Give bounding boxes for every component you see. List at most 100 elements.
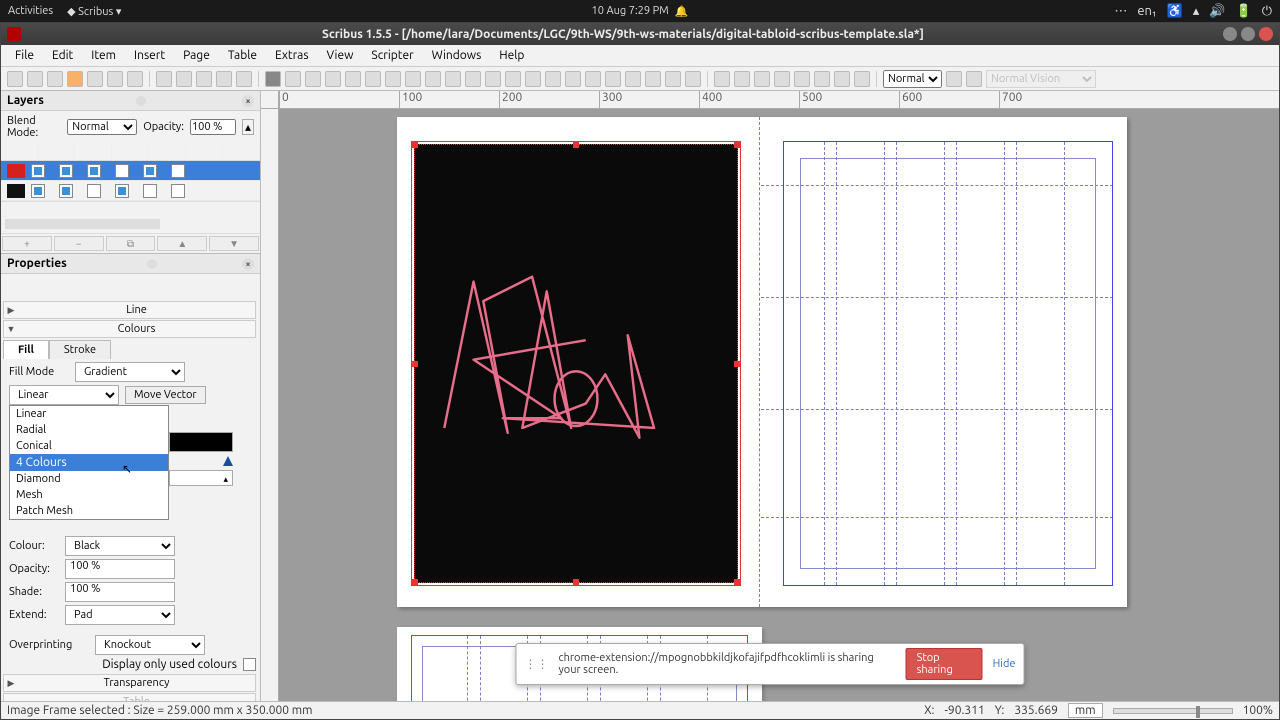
tool-edit-text[interactable] <box>585 71 601 87</box>
layer-outline-checkbox[interactable] <box>143 164 157 178</box>
gradient-type-option-4colours[interactable]: 4 Colours ↖ <box>10 454 168 471</box>
layer-flow-checkbox[interactable] <box>115 164 129 178</box>
gradient-type-option-linear[interactable]: Linear <box>10 406 168 422</box>
hide-sharing-button[interactable]: Hide <box>993 658 1016 670</box>
menu-windows[interactable]: Windows <box>424 47 490 64</box>
display-used-checkbox[interactable] <box>243 658 256 671</box>
layer-scrollbar[interactable] <box>1 201 260 233</box>
tool-line[interactable] <box>445 71 461 87</box>
extend-select[interactable]: Pad <box>65 605 175 625</box>
menu-table[interactable]: Table <box>220 47 265 64</box>
tray-menu-icon[interactable]: ⋯ <box>1114 4 1127 19</box>
selected-image-frame[interactable] <box>414 144 738 583</box>
layer-select-checkbox[interactable] <box>171 184 185 198</box>
colour-select[interactable]: Black <box>65 536 175 556</box>
page-right[interactable] <box>783 141 1113 586</box>
tool-polygon[interactable] <box>405 71 421 87</box>
tool-imageframe[interactable] <box>305 71 321 87</box>
canvas[interactable]: 0 100 200 300 400 500 600 700 ◀ <box>261 91 1279 701</box>
gradient-type-option-conical[interactable]: Conical <box>10 438 168 454</box>
stop-sharing-button[interactable]: Stop sharing <box>906 648 983 680</box>
tool-save[interactable] <box>47 71 63 87</box>
ruler-origin[interactable] <box>261 91 279 109</box>
layer-row[interactable] <box>1 161 260 181</box>
menu-scripter[interactable]: Scripter <box>363 47 421 64</box>
fillmode-select[interactable]: Gradient <box>75 362 185 382</box>
layer-print-checkbox[interactable] <box>59 184 73 198</box>
pdf-radio[interactable] <box>734 71 750 87</box>
layer-color-swatch[interactable] <box>7 184 25 198</box>
properties-close-icon[interactable]: × <box>242 258 254 270</box>
layer-select-checkbox[interactable] <box>171 164 185 178</box>
tool-zoom[interactable] <box>545 71 561 87</box>
layer-lock-checkbox[interactable] <box>87 184 101 198</box>
menu-insert[interactable]: Insert <box>126 47 173 64</box>
layer-up-button[interactable]: ▲ <box>157 236 207 251</box>
layer-down-button[interactable]: ▼ <box>209 236 259 251</box>
tool-shape[interactable] <box>365 71 381 87</box>
tool-textframe[interactable] <box>285 71 301 87</box>
ruler-horizontal[interactable]: 0 100 200 300 400 500 600 700 <box>279 91 1279 109</box>
opacity-stepper[interactable]: ▴ <box>242 119 254 135</box>
fill-opacity-spinner[interactable]: 100 % <box>65 559 175 579</box>
tool-close[interactable] <box>67 71 83 87</box>
appmenu-button[interactable]: ◆ Scribus ▾ <box>67 5 121 18</box>
tool-table[interactable] <box>345 71 361 87</box>
layer-visible-checkbox[interactable] <box>31 184 45 198</box>
tool-renderframe[interactable] <box>325 71 341 87</box>
tool-redo[interactable] <box>176 71 192 87</box>
layer-flow-checkbox[interactable] <box>115 184 129 198</box>
layer-row[interactable] <box>1 181 260 201</box>
pdf-button[interactable] <box>714 71 730 87</box>
gradient-type-option-radial[interactable]: Radial <box>10 422 168 438</box>
menu-help[interactable]: Help <box>491 47 532 64</box>
tool-copy[interactable] <box>216 71 232 87</box>
tool-arc[interactable] <box>385 71 401 87</box>
gradient-type-option-mesh[interactable]: Mesh <box>10 487 168 503</box>
pdf-list[interactable] <box>814 71 830 87</box>
zoom-slider[interactable] <box>1113 708 1233 714</box>
gradient-type-option-diamond[interactable]: Diamond <box>10 471 168 487</box>
section-transparency[interactable]: ▶Transparency <box>3 674 256 692</box>
battery-icon[interactable]: 🔋 <box>1236 4 1252 19</box>
pdf-link[interactable] <box>854 71 870 87</box>
preview-toggle[interactable] <box>966 71 982 87</box>
tool-edit-content[interactable] <box>565 71 581 87</box>
tool-undo[interactable] <box>156 71 172 87</box>
menu-view[interactable]: View <box>319 47 362 64</box>
layer-lock-checkbox[interactable] <box>87 164 101 178</box>
gradient-type-option-patchmesh[interactable]: Patch Mesh <box>10 503 168 519</box>
gradient-stop-marker[interactable] <box>223 456 233 466</box>
volume-icon[interactable]: 🔊 <box>1209 4 1225 19</box>
tool-spiral[interactable] <box>425 71 441 87</box>
tool-new[interactable] <box>7 71 23 87</box>
unit-select[interactable]: mm <box>1068 703 1103 718</box>
tool-copy-props[interactable] <box>665 71 681 87</box>
cms-toggle[interactable] <box>946 71 962 87</box>
layer-print-checkbox[interactable] <box>59 164 73 178</box>
tool-preflight[interactable] <box>107 71 123 87</box>
pdf-combo[interactable] <box>794 71 810 87</box>
move-vector-button[interactable]: Move Vector <box>125 386 206 404</box>
layer-add-button[interactable]: + <box>2 236 52 251</box>
shade-spinner[interactable]: 100 % <box>65 582 175 602</box>
tool-measure[interactable] <box>645 71 661 87</box>
overprint-select[interactable]: Knockout <box>95 635 205 655</box>
properties-dock-icon[interactable] <box>147 259 157 269</box>
layer-opacity-spinner[interactable] <box>190 119 236 135</box>
gradient-type-select[interactable]: Linear <box>9 385 119 405</box>
tool-paste[interactable] <box>236 71 252 87</box>
activities-button[interactable]: Activities <box>8 5 53 18</box>
share-grip-icon[interactable]: ⋮⋮ <box>525 657 549 671</box>
menu-file[interactable]: File <box>7 47 42 64</box>
clock-label[interactable]: 10 Aug 7:29 PM <box>592 5 669 17</box>
tool-freehand[interactable] <box>485 71 501 87</box>
preview-mode-select[interactable]: Normal <box>883 70 942 88</box>
layer-remove-button[interactable]: − <box>54 236 104 251</box>
keyboard-lang[interactable]: en₁ <box>1137 4 1156 18</box>
accessibility-icon[interactable]: ♿ <box>1167 4 1183 19</box>
network-icon[interactable]: ▴ <box>1193 4 1200 19</box>
tool-rotate[interactable] <box>525 71 541 87</box>
maximize-button[interactable] <box>1241 27 1255 41</box>
menu-page[interactable]: Page <box>175 47 218 64</box>
